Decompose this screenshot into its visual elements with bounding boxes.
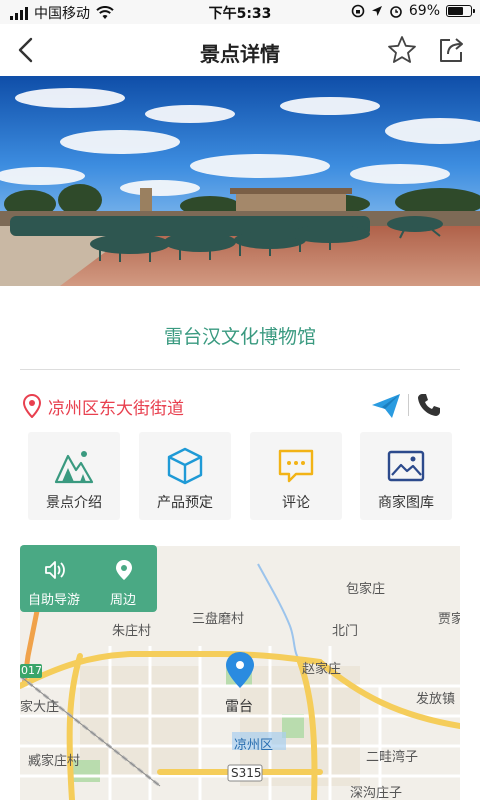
map-label: 三盘磨村 [192,612,245,627]
phone-icon[interactable] [416,392,442,418]
map-label: 臧家庄村 [28,754,81,769]
nearby-label: 周边 [109,593,136,608]
tile-gallery[interactable]: 商家图库 [360,432,452,520]
mountain-icon [54,451,94,484]
map-label: 朱庄村 [112,624,152,639]
location-pin-icon [116,560,132,580]
map-road-label: 017 [21,664,42,677]
map-road-label: S315 [231,766,262,780]
tile-label: 商家图库 [378,495,434,511]
map-label: 二畦湾子 [366,750,419,765]
navigate-icon[interactable] [370,392,402,420]
audio-guide-button[interactable]: 自助导游 [20,545,88,612]
separator [408,394,409,416]
share-icon[interactable] [436,35,466,65]
audio-guide-label: 自助导游 [27,593,80,608]
alarm-icon [390,6,402,18]
address-row: 凉州区东大街街道 [20,390,460,422]
nav-bar: 景点详情 [0,24,480,76]
map-label-district: 凉州区 [234,738,274,753]
map-label-leitai: 雷台 [225,699,253,715]
rotation-lock-icon [351,4,365,18]
tile-label: 评论 [282,495,310,511]
feature-tiles: 景点介绍 产品预定 评论 商家图库 [28,432,452,520]
tile-label: 产品预定 [157,495,213,511]
speaker-icon [45,561,65,579]
map-label: 北门 [332,624,359,639]
cube-icon [167,447,203,485]
map-action-panel: 自助导游 周边 [20,545,157,612]
map-label: 家大庄 [20,700,60,715]
map-label: 深沟庄子 [350,786,403,800]
divider [20,369,460,370]
tile-label: 景点介绍 [46,495,102,511]
attraction-name: 雷台汉文化博物馆 [163,326,316,348]
status-bar: 中国移动 下午5:33 69% [0,0,480,24]
tile-booking[interactable]: 产品预定 [139,432,231,520]
location-arrow-icon [371,6,382,16]
picture-icon [387,450,425,482]
chat-icon [278,449,314,483]
map-label: 包家庄 [346,582,386,597]
hero-photo [0,76,480,286]
nearby-button[interactable]: 周边 [89,545,157,612]
battery-percent: 69% [408,3,440,19]
tile-comments[interactable]: 评论 [250,432,342,520]
location-pin-icon [23,394,41,418]
tile-intro[interactable]: 景点介绍 [28,432,120,520]
star-icon[interactable] [386,34,418,66]
map-label: 贾家 [438,612,460,627]
battery-icon [446,5,475,17]
map-label: 赵家庄 [302,662,342,677]
map-label: 发放镇 [416,692,456,707]
status-right: 69% [351,3,475,19]
address-text: 凉州区东大街街道 [48,399,184,419]
